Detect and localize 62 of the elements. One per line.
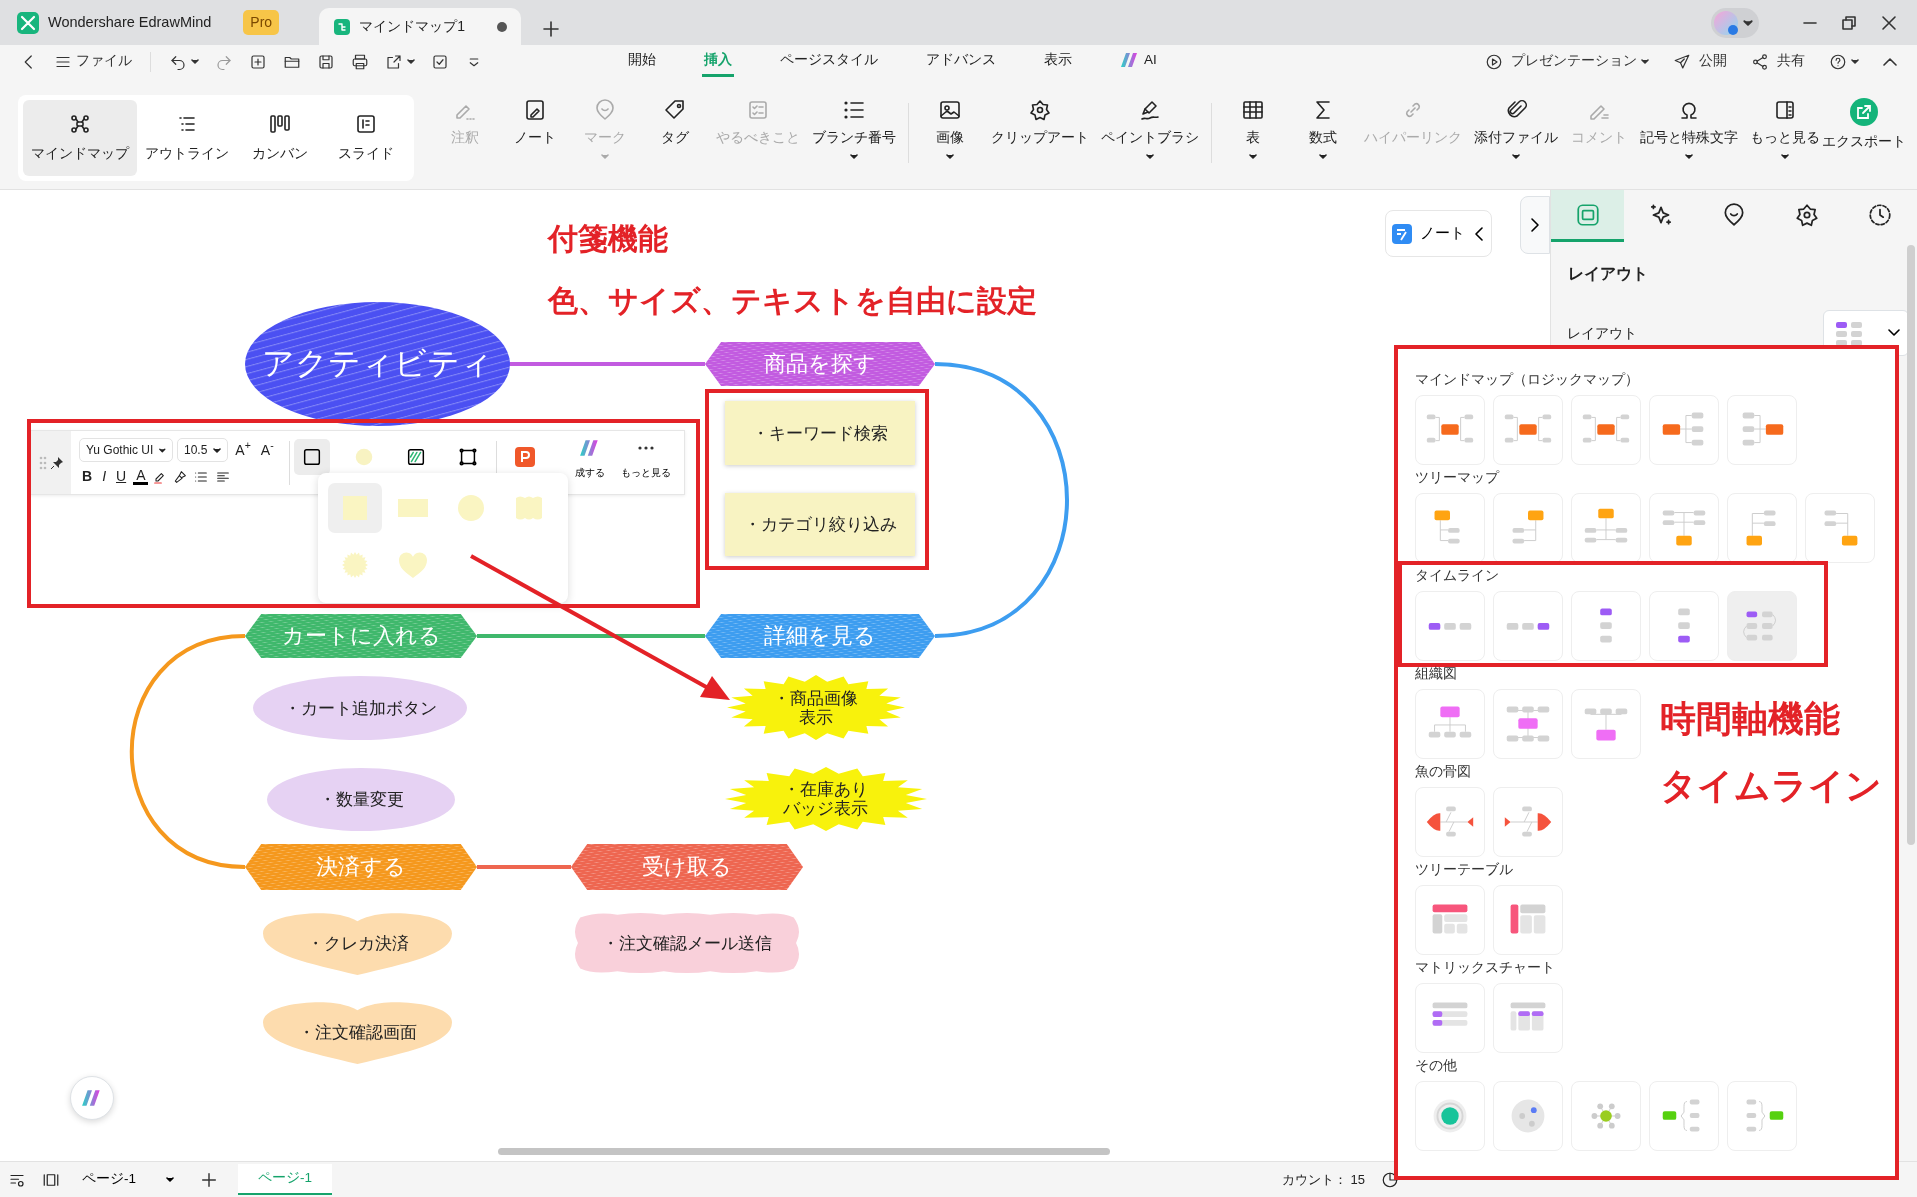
layout-label: レイアウト xyxy=(1567,323,1637,343)
ribbon-tool-button[interactable]: 画像 xyxy=(915,90,985,176)
sticky-note[interactable]: ・カテゴリ絞り込み xyxy=(725,493,915,556)
section-title: ツリーテーブル xyxy=(1415,861,1514,879)
annotation-text: 色、サイズ、テキストを自由に設定 xyxy=(548,283,1037,319)
view-mode-button[interactable]: カンバン xyxy=(237,100,323,176)
view-mode-button[interactable]: マインドマップ xyxy=(23,100,137,176)
ribbon-tool-button[interactable]: 数式 xyxy=(1288,90,1358,176)
menu-tab[interactable]: 開始 xyxy=(626,45,658,78)
ellipse-subtopic[interactable]: ・カート追加ボタン xyxy=(253,676,467,740)
section-title: マインドマップ（ロジックマップ） xyxy=(1415,371,1640,389)
menu-tab[interactable]: AI xyxy=(1118,45,1159,78)
italic-button[interactable]: I xyxy=(99,466,109,487)
app-name: Wondershare EdrawMind xyxy=(48,12,212,32)
file-menu-button[interactable]: ファイル xyxy=(50,49,136,74)
burst-subtopic[interactable]: ・在庫ありバッジ表示 xyxy=(725,767,927,831)
toolbar-action-button[interactable]: 共有 xyxy=(1747,49,1809,74)
ellipse-subtopic[interactable]: ・数量変更 xyxy=(267,768,455,831)
ribbon-tool-button[interactable]: 記号と特殊文字 xyxy=(1634,90,1744,176)
view-mode-button[interactable]: アウトライン xyxy=(137,100,237,176)
word-count: カウント： 15 xyxy=(1281,1170,1365,1189)
section-title: 魚の骨図 xyxy=(1415,763,1472,781)
font-family-dropdown[interactable]: Yu Gothic UI xyxy=(79,438,173,462)
heart-subtopic[interactable]: ・注文確認画面 xyxy=(263,1000,452,1064)
ai-generate-button[interactable]: 成する xyxy=(574,439,605,480)
section-title: タイムライン xyxy=(1415,567,1500,585)
font-size-step-button[interactable]: A$^{+}$ xyxy=(232,439,254,461)
panel-heading: レイアウト xyxy=(1567,264,1649,284)
toolbar-action-button[interactable]: プレゼンテーション xyxy=(1481,49,1653,74)
annotation-text: タイムライン xyxy=(1660,764,1882,808)
sticky-note[interactable]: ・キーワード検索 xyxy=(725,401,915,465)
bold-button[interactable]: B xyxy=(79,466,96,487)
section-title: その他 xyxy=(1415,1057,1458,1075)
toolbar-action-button[interactable]: 公開 xyxy=(1669,49,1731,74)
section-title: ツリーマップ xyxy=(1415,469,1501,487)
pro-badge: Pro xyxy=(243,10,280,35)
annotation-text: 付箋機能 xyxy=(548,221,668,257)
ribbon-tool-button[interactable]: ペイントブラシ xyxy=(1095,90,1205,176)
ribbon-tool-button[interactable]: ブランチ番号 xyxy=(806,90,902,176)
underline-button[interactable]: U xyxy=(113,466,130,487)
font-size-dropdown[interactable]: 10.5 xyxy=(177,438,229,462)
menu-tab[interactable]: 表示 xyxy=(1042,45,1074,78)
menu-tab[interactable]: アドバンス xyxy=(924,45,998,78)
ribbon-tool-button[interactable]: 添付ファイル xyxy=(1468,90,1564,176)
main-topic[interactable]: 商品を探す xyxy=(705,342,935,386)
ribbon-tool-button[interactable]: タグ xyxy=(640,90,710,176)
ribbon-tool-button[interactable]: クリップアート xyxy=(985,90,1095,176)
heart-subtopic[interactable]: ・クレカ決済 xyxy=(263,911,452,975)
document-tab[interactable]: マインドマップ1 xyxy=(319,8,522,45)
menu-tab[interactable]: ページスタイル xyxy=(778,45,880,78)
text-color-button[interactable]: A xyxy=(133,468,149,485)
section-title: 組織図 xyxy=(1415,665,1458,683)
burst-subtopic[interactable]: ・商品画像表示 xyxy=(727,675,905,740)
view-mode-button[interactable]: スライド xyxy=(323,100,409,176)
central-topic[interactable]: アクティビティ xyxy=(245,302,510,426)
section-title: マトリックスチャート xyxy=(1415,959,1556,977)
note-panel-button[interactable]: ノート xyxy=(1385,210,1492,257)
font-size-step-button[interactable]: A$^{-}$ xyxy=(257,439,277,461)
ribbon-tool-button[interactable]: 表 xyxy=(1218,90,1288,176)
ribbon-tool-button[interactable]: ノート xyxy=(500,90,570,176)
annotation-text: 時間軸機能 xyxy=(1660,697,1840,741)
more-button[interactable]: もっと見る xyxy=(620,439,671,480)
